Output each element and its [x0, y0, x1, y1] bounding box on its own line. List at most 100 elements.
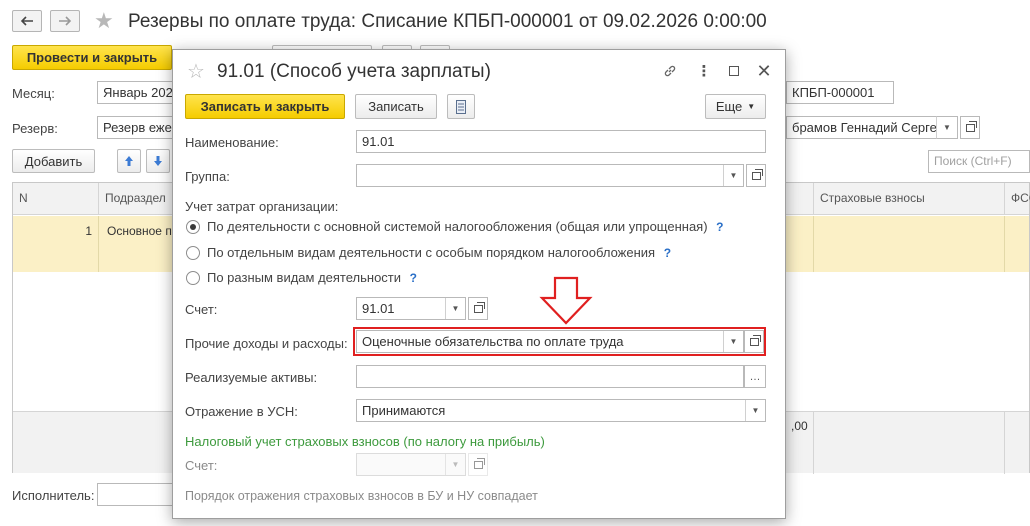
row-department: Основное п	[107, 224, 172, 238]
move-down-button[interactable]	[146, 149, 170, 173]
write-button[interactable]: Записать	[355, 94, 437, 119]
chevron-down-icon: ▼	[451, 304, 460, 313]
document-list-button[interactable]	[447, 94, 475, 119]
arrow-right-icon	[59, 16, 72, 26]
more-menu-button[interactable]: ⋮	[695, 62, 713, 80]
help-icon[interactable]: ?	[410, 271, 417, 285]
account-open-button[interactable]	[468, 297, 488, 320]
account-field[interactable]: 91.01 ▼	[356, 297, 466, 320]
column-header-n[interactable]: N	[13, 183, 99, 215]
document-title: Резервы по оплате труда: Списание КПБП-0…	[128, 11, 767, 32]
option-main-tax-system[interactable]: По деятельности с основной системой нало…	[207, 219, 724, 234]
assets-field[interactable]	[356, 365, 744, 388]
responsible-field[interactable]: брамов Геннадий Сергее	[786, 116, 958, 139]
post-and-close-button[interactable]: Провести и закрыть	[12, 45, 172, 70]
arrow-down-icon	[154, 156, 162, 166]
open-form-icon	[751, 168, 763, 180]
help-icon[interactable]: ?	[716, 220, 723, 234]
close-button[interactable]: ✕	[755, 61, 773, 81]
chevron-down-icon: ▼	[751, 406, 760, 415]
column-header-insurance[interactable]: Страховые взносы	[813, 183, 1005, 215]
vertical-dots-icon: ⋮	[696, 63, 712, 80]
open-form-icon	[749, 334, 761, 346]
chevron-down-icon: ▼	[451, 460, 460, 469]
month-label: Месяц:	[12, 86, 55, 101]
more-actions-button[interactable]: Еще ▼	[705, 94, 766, 119]
other-income-open-button[interactable]	[744, 330, 764, 353]
assets-label: Реализуемые активы:	[185, 370, 318, 385]
other-income-field[interactable]: Оценочные обязательства по оплате труда ▼	[356, 330, 744, 353]
dialog-favorite-star-icon[interactable]: ☆	[187, 61, 205, 83]
name-field[interactable]: 91.01	[356, 130, 766, 153]
month-field[interactable]: Январь 2026	[97, 81, 177, 104]
reserve-label: Резерв:	[12, 121, 58, 136]
usn-dropdown-button[interactable]: ▼	[745, 400, 765, 421]
other-income-dropdown-button[interactable]: ▼	[723, 331, 743, 352]
forward-button[interactable]	[50, 10, 80, 32]
tax-account-label: Счет:	[185, 458, 218, 473]
tax-account-dropdown-button[interactable]: ▼	[445, 454, 465, 475]
dialog-title: 91.01 (Способ учета зарплаты)	[217, 61, 491, 82]
ellipsis-icon: …	[749, 370, 761, 383]
name-label: Наименование:	[185, 135, 279, 150]
footer-total: ,00	[791, 419, 808, 433]
column-header-fss[interactable]: ФСС	[1005, 183, 1030, 215]
tax-section-heading: Налоговый учет страховых взносов (по нал…	[185, 434, 545, 449]
group-field[interactable]: ▼	[356, 164, 744, 187]
annotation-arrow-icon	[539, 276, 593, 325]
help-icon[interactable]: ?	[664, 246, 671, 260]
footer-insurance-cell	[813, 412, 1005, 474]
arrow-left-icon	[20, 16, 33, 26]
tax-account-field[interactable]: ▼	[356, 453, 466, 476]
chevron-down-icon: ▼	[729, 171, 738, 180]
option-special-tax-order[interactable]: По отдельным видам деятельности с особым…	[207, 245, 671, 260]
account-label: Счет:	[185, 302, 218, 317]
reserve-field[interactable]: Резерв ежем	[97, 116, 177, 139]
link-button[interactable]	[661, 62, 679, 80]
group-open-button[interactable]	[746, 164, 766, 187]
group-label: Группа:	[185, 169, 230, 184]
more-actions-label: Еще	[715, 99, 743, 114]
back-button[interactable]	[12, 10, 42, 32]
executor-label: Исполнитель:	[12, 488, 95, 503]
tax-account-open-button[interactable]	[468, 453, 488, 476]
open-form-icon	[473, 301, 485, 313]
responsible-open-button[interactable]	[960, 116, 980, 139]
add-row-button[interactable]: Добавить	[12, 149, 95, 173]
radio-different-activities[interactable]	[186, 271, 200, 285]
open-form-icon	[473, 457, 485, 469]
write-and-close-button[interactable]: Записать и закрыть	[185, 94, 345, 119]
radio-special-tax-order[interactable]	[186, 246, 200, 260]
other-income-label: Прочие доходы и расходы:	[185, 336, 348, 351]
costs-label: Учет затрат организации:	[185, 199, 339, 214]
footer-note: Порядок отражения страховых взносов в БУ…	[185, 489, 538, 503]
usn-label: Отражение в УСН:	[185, 404, 298, 419]
usn-select[interactable]: Принимаются ▼	[356, 399, 766, 422]
executor-field[interactable]	[97, 483, 177, 506]
account-dialog: ☆ 91.01 (Способ учета зарплаты) ⋮ ✕ Запи…	[172, 49, 786, 519]
document-number-field[interactable]: КПБП-000001	[786, 81, 894, 104]
option-different-activities-label: По разным видам деятельности	[207, 270, 402, 285]
assets-select-button[interactable]: …	[744, 365, 766, 388]
chevron-down-icon: ▼	[729, 337, 738, 346]
row-number: 1	[13, 216, 99, 272]
maximize-icon	[729, 66, 739, 76]
open-form-icon	[965, 120, 977, 132]
maximize-button[interactable]	[725, 62, 743, 80]
link-icon	[664, 65, 676, 77]
chevron-down-icon: ▼	[943, 123, 951, 132]
arrow-up-icon	[125, 156, 133, 166]
option-special-tax-order-label: По отдельным видам деятельности с особым…	[207, 245, 656, 260]
group-dropdown-button[interactable]: ▼	[723, 165, 743, 186]
option-different-activities[interactable]: По разным видам деятельности ?	[207, 270, 417, 285]
radio-main-tax-system[interactable]	[186, 220, 200, 234]
search-input[interactable]: Поиск (Ctrl+F)	[928, 150, 1030, 173]
responsible-dropdown-button[interactable]: ▼	[936, 116, 958, 139]
move-up-button[interactable]	[117, 149, 141, 173]
column-header-department[interactable]: Подраздел	[99, 183, 179, 215]
list-document-icon	[456, 99, 466, 114]
row-insurance-cell	[813, 216, 1005, 272]
favorite-star-icon[interactable]: ★	[94, 10, 114, 32]
account-dropdown-button[interactable]: ▼	[445, 298, 465, 319]
chevron-down-icon: ▼	[747, 102, 756, 111]
